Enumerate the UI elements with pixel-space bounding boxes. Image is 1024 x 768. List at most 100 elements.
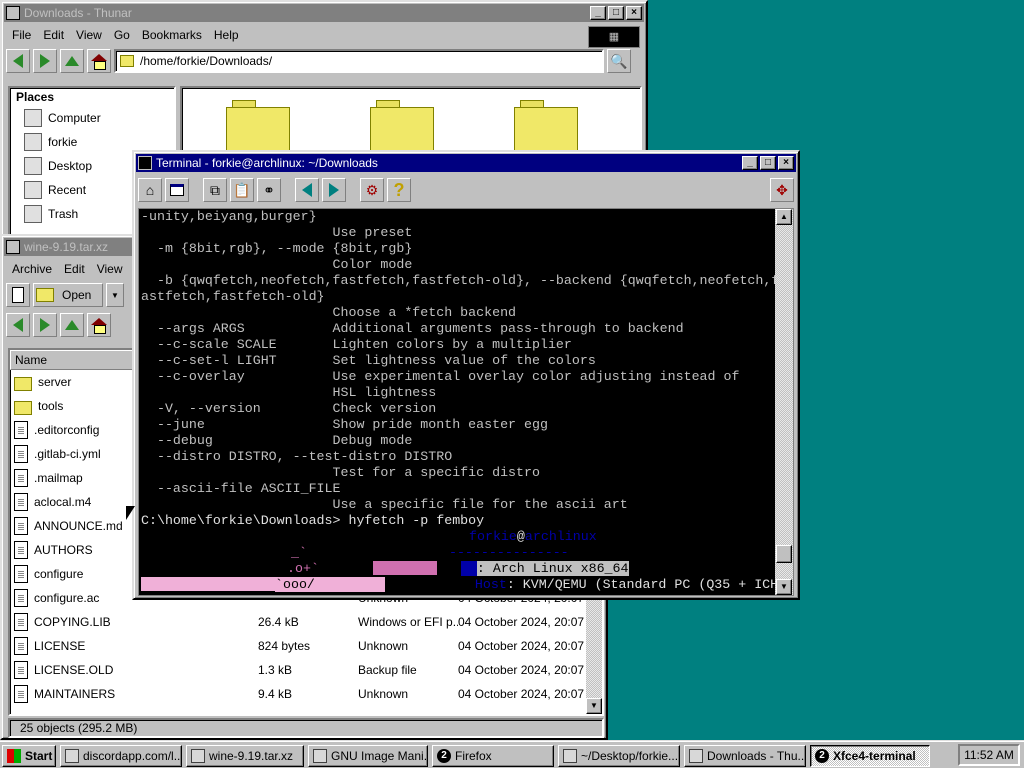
scroll-down-button[interactable]: ▼ [776,579,792,595]
paste-button[interactable]: 📋 [230,178,254,202]
folder-icon[interactable] [514,100,578,152]
mouse-cursor-icon [126,506,135,520]
table-row[interactable]: MAINTAINERS 9.4 kB Unknown 04 October 2024,… [10,682,602,706]
start-button[interactable]: Start [2,745,56,767]
terminal-body[interactable]: -unity,beiyang,burger} Use preset -m {8b… [138,208,794,596]
forward-button[interactable] [33,49,57,73]
file-name: COPYING.LIB [34,615,111,629]
cell-name: LICENSE.OLD [10,661,258,679]
home-button[interactable] [87,313,111,337]
new-document-icon [12,287,24,303]
open-dropdown-button[interactable]: ▼ [106,283,124,307]
copy-button[interactable]: ⧉ [203,178,227,202]
cell-size: 1.3 kB [258,663,293,677]
table-row[interactable]: LICENSE 824 bytes Unknown 04 October 2024, … [10,634,602,658]
menu-help[interactable]: Help [208,28,245,42]
previous-tab-button[interactable] [295,178,319,202]
folder-icon [120,55,134,67]
menu-view[interactable]: View [91,262,129,276]
terminal-scrollbar[interactable]: ▲ ▼ [775,209,793,595]
places-label: Desktop [48,159,93,173]
new-tab-button[interactable]: ⌂ [138,178,162,202]
thunar-titlebar[interactable]: Downloads - Thunar _ □ × [4,4,644,22]
new-archive-button[interactable] [6,283,30,307]
scroll-up-button[interactable]: ▲ [776,209,792,225]
file-name: .gitlab-ci.yml [34,447,101,461]
back-button[interactable] [6,313,30,337]
terminal-line: --distro DISTRO, --test-distro DISTRO [141,449,453,464]
next-tab-button[interactable] [322,178,346,202]
menu-archive[interactable]: Archive [6,262,58,276]
terminal-titlebar[interactable]: Terminal - forkie@archlinux: ~/Downloads… [136,154,796,172]
menu-file[interactable]: File [6,28,37,42]
minimize-button[interactable]: _ [742,156,758,170]
system-clock[interactable]: 11:52 AM [958,744,1020,766]
table-row[interactable]: LICENSE.OLD 1.3 kB Backup file 04 October 2… [10,658,602,682]
taskbar-item[interactable]: ~/Desktop/forkie... [558,745,680,767]
table-row[interactable]: COPYING.LIB 26.4 kB Windows or EFI p... 04 … [10,610,602,634]
terminal-output[interactable]: -unity,beiyang,burger} Use preset -m {8b… [139,209,775,595]
cell-size: 26.4 kB [258,615,299,629]
fetch-host: archlinux [524,529,597,544]
thunar-title: Downloads - Thunar [24,6,132,20]
file-name: .mailmap [34,471,83,485]
chevron-down-icon: ▼ [111,290,119,300]
up-button[interactable] [60,49,84,73]
column-header-name[interactable]: Name [10,350,150,370]
app-icon [191,749,205,763]
taskbar-item[interactable]: 2 Firefox [432,745,554,767]
places-label: Computer [48,111,101,125]
forward-button[interactable] [33,313,57,337]
help-button[interactable]: ? [387,178,411,202]
maximize-button[interactable]: □ [608,6,624,20]
folder-icon[interactable] [226,100,290,152]
home-button[interactable] [87,49,111,73]
terminal-title: Terminal - forkie@archlinux: ~/Downloads [156,156,378,170]
folder-icon[interactable] [370,100,434,152]
location-bar[interactable]: /home/forkie/Downloads/ [114,49,604,73]
taskbar-item[interactable]: GNU Image Mani... [308,745,428,767]
preferences-button[interactable]: ⚙ [360,178,384,202]
file-icon [14,613,28,631]
ascii-art: _` [291,545,307,560]
back-button[interactable] [6,49,30,73]
file-name: .editorconfig [34,423,100,437]
menu-go[interactable]: Go [108,28,136,42]
file-icon [14,493,28,511]
taskbar-item[interactable]: Downloads - Thu... [684,745,806,767]
up-button[interactable] [60,313,84,337]
taskbar-item[interactable]: wine-9.19.tar.xz [186,745,304,767]
menu-edit[interactable]: Edit [58,262,91,276]
file-icon [14,517,28,535]
new-window-button[interactable] [165,178,189,202]
search-button[interactable]: 🔍 [607,49,631,73]
taskbar-item-label: discordapp.com/l... [83,749,182,763]
taskbar-item[interactable]: 2 Xfce4-terminal [810,745,930,767]
maximize-button[interactable]: □ [760,156,776,170]
cell-type: Windows or EFI p... [358,615,458,629]
ascii-art: `ooo/ [275,577,385,592]
scroll-thumb[interactable] [776,545,792,563]
back-arrow-icon [13,54,23,68]
close-button[interactable]: × [626,6,642,20]
places-item-computer[interactable]: Computer [10,106,174,130]
minimize-button[interactable]: _ [590,6,606,20]
find-button[interactable]: ⚭ [257,178,281,202]
places-label: forkie [48,135,78,149]
menu-edit[interactable]: Edit [37,28,70,42]
archive-statusbar: 25 objects (295.2 MB) [8,718,604,738]
cell-date: 04 October 2024, 20:07 [458,615,585,629]
taskbar: Start discordapp.com/l... wine-9.19.tar.x… [0,740,1024,768]
taskbar-item[interactable]: discordapp.com/l... [60,745,182,767]
open-folder-icon [36,288,54,302]
open-archive-button[interactable]: Open [33,283,103,307]
close-button[interactable]: × [778,156,794,170]
menu-bookmarks[interactable]: Bookmarks [136,28,208,42]
menu-view[interactable]: View [70,28,108,42]
scroll-down-button[interactable]: ▼ [586,698,602,714]
window-count-badge: 2 [437,749,451,763]
cell-type: Unknown [358,687,409,701]
fullscreen-button[interactable]: ✥ [770,178,794,202]
thunar-toolbar: /home/forkie/Downloads/ 🔍 [2,46,646,76]
flag-stripe-dark [436,561,461,576]
